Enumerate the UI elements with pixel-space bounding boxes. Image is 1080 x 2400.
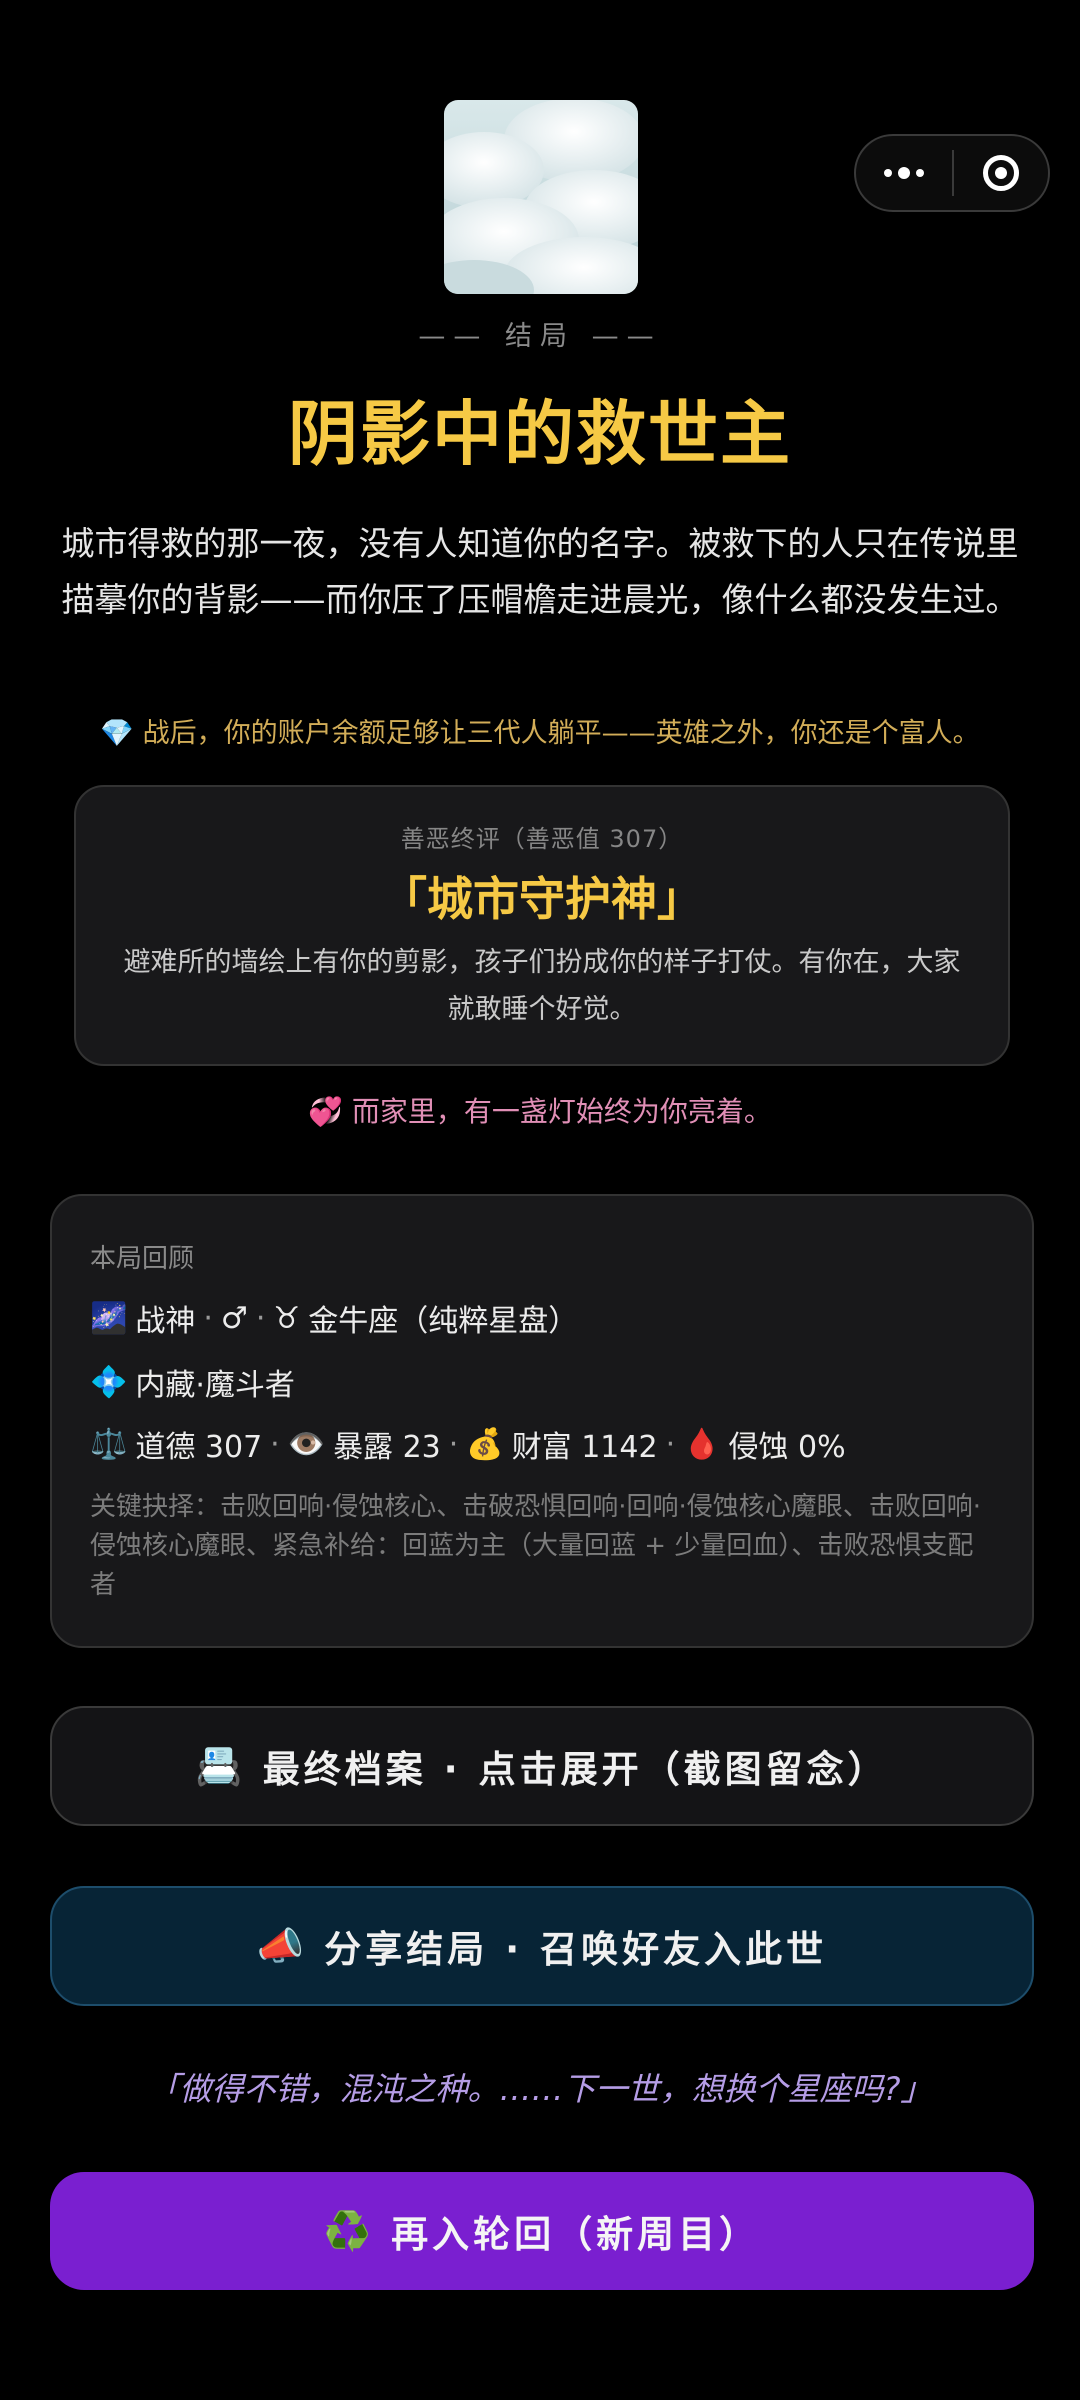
more-dots-icon[interactable] (856, 136, 952, 210)
dot (898, 167, 910, 179)
key-choices-label: 关键抉择： (90, 1492, 221, 1522)
miniprogram-capsule (854, 134, 1050, 212)
recap-card: 本局回顾 🌌 战神 · ♂ · ♉ 金牛座（纯粹星盘） 💠 内藏·魔斗者 ⚖️ … (50, 1194, 1034, 1648)
dot (884, 169, 892, 177)
verdict-description: 避难所的墙绘上有你的剪影，孩子们扮成你的样子打仗。有你在，大家就敢睡个好觉。 (123, 947, 961, 1025)
money-bag-icon: 💰 (466, 1426, 504, 1462)
wealth-note-text: 战后，你的账户余额足够让三代人躺平——英雄之外，你还是个富人。 (142, 718, 980, 749)
ending-title: 阴影中的救世主 (288, 393, 792, 475)
dot (916, 169, 924, 177)
rebirth-button[interactable]: ♻️ 再入轮回（新周目） (50, 2172, 1034, 2290)
role-text: 战神 (135, 1304, 196, 1339)
taurus-icon: ♉ (273, 1300, 301, 1336)
morality-stat: 道德 307 (135, 1430, 263, 1465)
final-archive-button[interactable]: 📇 最终档案 · 点击展开（截图留念） (50, 1706, 1034, 1826)
key-choices: 关键抉择：击败回响·侵蚀核心、击破恐惧回响·回响·侵蚀核心魔眼、击败回响·侵蚀核… (90, 1488, 994, 1605)
scales-icon: ⚖️ (90, 1426, 128, 1462)
closing-quote: 「做得不错，混沌之种。……下一世，想换个星座吗?」 (147, 2070, 933, 2108)
card-index-icon: 📇 (195, 1743, 243, 1788)
exposure-stat: 暴露 23 (333, 1430, 441, 1465)
target-circle-icon (983, 155, 1019, 191)
galaxy-icon: 🌌 (90, 1300, 128, 1336)
final-archive-label: 最终档案 · 点击展开（截图留念） (262, 1748, 889, 1791)
recycle-icon: ♻️ (323, 2208, 372, 2253)
share-ending-button[interactable]: 📣 分享结局 · 召唤好友入此世 (50, 1886, 1034, 2006)
hidden-class-text: 内藏·魔斗者 (135, 1368, 295, 1403)
corrosion-stat: 侵蚀 0% (728, 1430, 846, 1465)
blood-drop-icon: 🩸 (683, 1426, 721, 1462)
zodiac-text: 金牛座（纯粹星盘） (308, 1304, 579, 1339)
close-miniprogram-button[interactable] (954, 136, 1048, 210)
key-choices-text: 击败回响·侵蚀核心、击破恐惧回响·回响·侵蚀核心魔眼、击败回响·侵蚀核心魔眼、紧… (90, 1492, 982, 1600)
share-ending-label: 分享结局 · 召唤好友入此世 (324, 1928, 828, 1971)
verdict-title: 「城市守护神」 (381, 872, 703, 926)
eye-icon: 👁️ (287, 1426, 326, 1462)
recap-class-line: 💠 内藏·魔斗者 (90, 1360, 295, 1404)
recap-identity-line: 🌌 战神 · ♂ · ♉ 金牛座（纯粹星盘） (90, 1296, 578, 1340)
wealth-stat: 财富 1142 (511, 1430, 658, 1465)
ending-label: —— 结局 —— (418, 321, 662, 352)
family-note-text: 而家里，有一盏灯始终为你亮着。 (351, 1095, 772, 1128)
family-note: 💞 而家里，有一盏灯始终为你亮着。 (0, 1090, 1080, 1130)
wealth-note: 💎 战后，你的账户余额足够让三代人躺平——英雄之外，你还是个富人。 (40, 712, 1040, 756)
hearts-icon: 💞 (308, 1095, 343, 1128)
verdict-caption: 善恶终评（善恶值 307） (400, 825, 684, 853)
verdict-card: 善恶终评（善恶值 307） 「城市守护神」 避难所的墙绘上有你的剪影，孩子们扮成… (74, 785, 1010, 1066)
recap-heading: 本局回顾 (90, 1244, 195, 1274)
ending-cloud-image (444, 100, 638, 294)
rebirth-label: 再入轮回（新周目） (391, 2213, 761, 2256)
gem-icon: 💎 (100, 718, 135, 749)
diamond-shape-icon: 💠 (90, 1364, 128, 1400)
megaphone-icon: 📣 (256, 1923, 305, 1968)
ending-narrative: 城市得救的那一夜，没有人知道你的名字。被救下的人只在传说里描摹你的背影——而你压… (61, 524, 1019, 619)
male-symbol-icon: ♂ (220, 1300, 248, 1336)
recap-stats-line: ⚖️ 道德 307 · 👁️ 暴露 23 · 💰 财富 1142 · 🩸 侵蚀 … (90, 1422, 846, 1466)
